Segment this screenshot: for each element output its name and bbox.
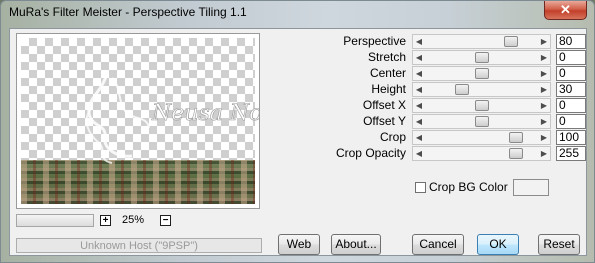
slider-left-arrow-icon[interactable]: ◀ [413, 83, 425, 96]
close-icon: ✕ [560, 2, 571, 17]
watermark-image: Neusa Novaes [85, 72, 260, 164]
slider-left-arrow-icon[interactable]: ◀ [413, 67, 425, 80]
crop-bg-color-swatch[interactable] [513, 179, 549, 196]
slider-thumb[interactable] [475, 52, 489, 63]
plus-icon: + [102, 215, 109, 226]
slider-left-arrow-icon[interactable]: ◀ [413, 35, 425, 48]
param-value-crop-opacity[interactable]: 255 [556, 146, 586, 161]
param-slider-crop[interactable]: ◀ ▶ [412, 130, 551, 145]
slider-left-arrow-icon[interactable]: ◀ [413, 147, 425, 160]
param-label-offset-x: Offset X [362, 98, 406, 112]
preview-pane[interactable]: Neusa Novaes [16, 33, 260, 209]
crop-bg-color-label: Crop BG Color [429, 180, 508, 194]
slider-right-arrow-icon[interactable]: ▶ [538, 51, 550, 64]
slider-right-arrow-icon[interactable]: ▶ [538, 115, 550, 128]
param-label-perspective: Perspective [343, 34, 406, 48]
slider-thumb[interactable] [475, 100, 489, 111]
zoom-level: 25% [122, 214, 145, 226]
reset-button[interactable]: Reset [538, 234, 580, 255]
param-label-height: Height [371, 82, 406, 96]
slider-right-arrow-icon[interactable]: ▶ [538, 35, 550, 48]
param-slider-perspective[interactable]: ◀ ▶ [412, 34, 551, 49]
slider-left-arrow-icon[interactable]: ◀ [413, 131, 425, 144]
param-value-center[interactable]: 0 [556, 66, 586, 81]
slider-thumb[interactable] [509, 132, 523, 143]
param-slider-height[interactable]: ◀ ▶ [412, 82, 551, 97]
about-button[interactable]: About... [331, 234, 381, 255]
crop-bg-color-checkbox[interactable] [415, 182, 426, 193]
dialog-client-area: Neusa Novaes + 25% − Unknown Host ("9PSP… [9, 28, 587, 256]
host-info: Unknown Host ("9PSP") [16, 238, 262, 253]
slider-thumb[interactable] [455, 84, 469, 95]
param-label-offset-y: Offset Y [363, 114, 406, 128]
zoom-out-button[interactable]: − [160, 215, 171, 226]
param-label-crop-opacity: Crop Opacity [335, 146, 406, 160]
param-label-center: Center [369, 66, 406, 80]
watermark-text: Neusa Novaes [151, 101, 260, 126]
zoom-in-button[interactable]: + [100, 215, 111, 226]
ok-button[interactable]: OK [477, 234, 519, 255]
zoom-scrollbar[interactable] [16, 214, 94, 227]
param-slider-offset-y[interactable]: ◀ ▶ [412, 114, 551, 129]
close-button[interactable]: ✕ [544, 1, 587, 20]
param-label-crop: Crop [379, 130, 406, 144]
cancel-button[interactable]: Cancel [412, 234, 464, 255]
slider-right-arrow-icon[interactable]: ▶ [538, 147, 550, 160]
slider-thumb[interactable] [509, 148, 523, 159]
slider-thumb[interactable] [475, 68, 489, 79]
param-value-stretch[interactable]: 0 [556, 50, 586, 65]
param-slider-crop-opacity[interactable]: ◀ ▶ [412, 146, 551, 161]
slider-left-arrow-icon[interactable]: ◀ [413, 99, 425, 112]
param-slider-offset-x[interactable]: ◀ ▶ [412, 98, 551, 113]
param-value-height[interactable]: 30 [556, 82, 586, 97]
slider-thumb[interactable] [504, 36, 518, 47]
param-slider-center[interactable]: ◀ ▶ [412, 66, 551, 81]
param-value-perspective[interactable]: 80 [556, 34, 586, 49]
param-slider-stretch[interactable]: ◀ ▶ [412, 50, 551, 65]
minus-icon: − [162, 215, 169, 226]
window-title: MuRa's Filter Meister - Perspective Tili… [9, 5, 247, 19]
param-value-offset-y[interactable]: 0 [556, 114, 586, 129]
slider-right-arrow-icon[interactable]: ▶ [538, 67, 550, 80]
param-value-offset-x[interactable]: 0 [556, 98, 586, 113]
slider-right-arrow-icon[interactable]: ▶ [538, 131, 550, 144]
slider-right-arrow-icon[interactable]: ▶ [538, 83, 550, 96]
slider-left-arrow-icon[interactable]: ◀ [413, 51, 425, 64]
slider-thumb[interactable] [475, 116, 489, 127]
filter-window: MuRa's Filter Meister - Perspective Tili… [0, 0, 595, 263]
web-button[interactable]: Web [278, 234, 320, 255]
title-bar[interactable]: MuRa's Filter Meister - Perspective Tili… [1, 1, 594, 25]
slider-left-arrow-icon[interactable]: ◀ [413, 115, 425, 128]
param-label-stretch: Stretch [367, 50, 406, 64]
param-value-crop[interactable]: 100 [556, 130, 586, 145]
slider-right-arrow-icon[interactable]: ▶ [538, 99, 550, 112]
